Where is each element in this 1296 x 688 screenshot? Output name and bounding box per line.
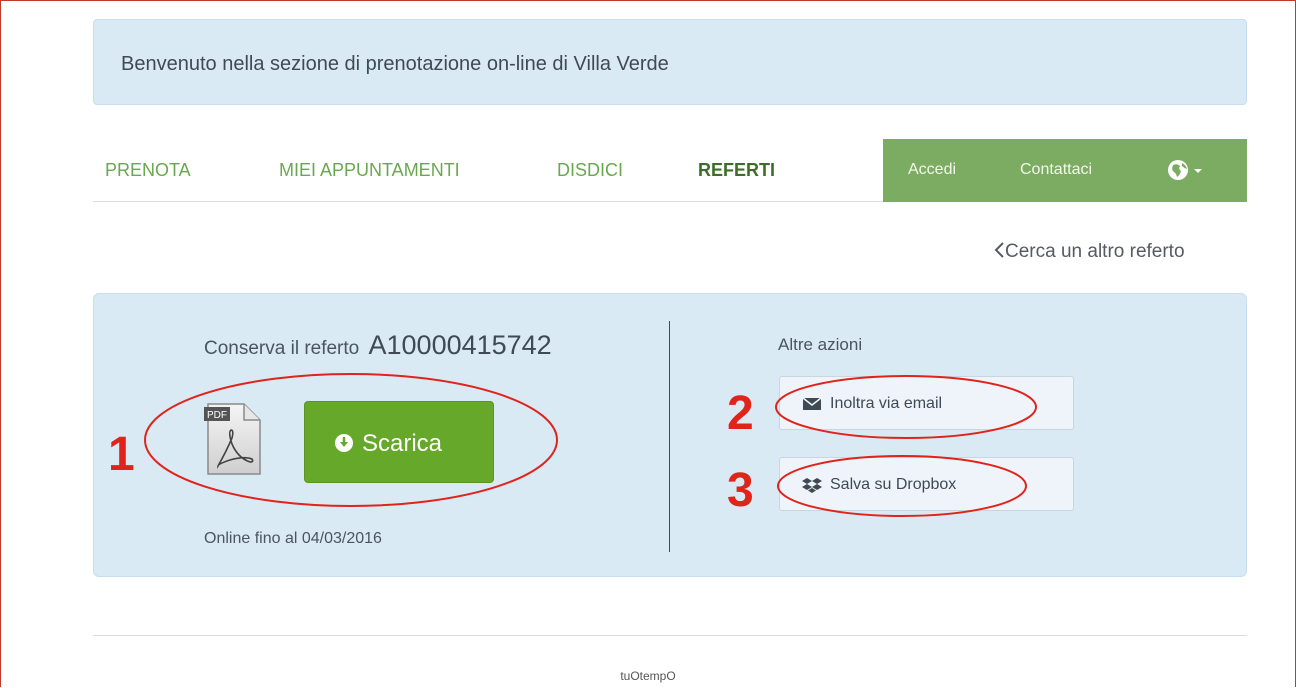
envelope-icon bbox=[802, 397, 822, 410]
nav-item-referti[interactable]: REFERTI bbox=[698, 160, 775, 181]
caret-down-icon bbox=[1194, 169, 1202, 173]
chevron-left-icon bbox=[994, 242, 1004, 258]
svg-text:PDF: PDF bbox=[207, 410, 227, 421]
download-button[interactable]: Scarica bbox=[304, 401, 494, 483]
pdf-file-icon: PDF bbox=[204, 402, 262, 476]
dropbox-save-button[interactable]: Salva su Dropbox bbox=[779, 457, 1074, 511]
annotation-number-1: 1 bbox=[108, 428, 135, 481]
dropbox-save-label: Salva su Dropbox bbox=[830, 476, 957, 493]
nav-item-disdici[interactable]: DISDICI bbox=[557, 160, 623, 181]
login-link[interactable]: Accedi bbox=[908, 161, 956, 179]
contact-link[interactable]: Contattaci bbox=[1020, 161, 1092, 179]
email-forward-label: Inoltra via email bbox=[830, 395, 943, 412]
report-title: Conserva il referto A10000415742 bbox=[204, 330, 552, 361]
report-panel: Conserva il referto A10000415742 PDF Sca… bbox=[93, 293, 1247, 577]
download-circle-icon bbox=[335, 434, 353, 452]
online-until-text: Online fino al 04/03/2016 bbox=[204, 530, 382, 547]
welcome-banner: Benvenuto nella sezione di prenotazione … bbox=[93, 19, 1247, 105]
email-forward-button[interactable]: Inoltra via email bbox=[779, 376, 1074, 430]
back-link[interactable]: Cerca un altro referto bbox=[993, 241, 1185, 263]
nav-item-prenota[interactable]: PRENOTA bbox=[105, 160, 191, 181]
report-code: A10000415742 bbox=[368, 330, 552, 360]
other-actions-title: Altre azioni bbox=[778, 335, 863, 354]
globe-icon bbox=[1168, 160, 1202, 180]
annotation-number-3: 3 bbox=[727, 464, 754, 517]
report-title-prefix: Conserva il referto bbox=[204, 338, 360, 359]
panel-divider bbox=[669, 321, 670, 552]
footer-divider bbox=[93, 635, 1247, 636]
navbar-right: Accedi Contattaci bbox=[883, 139, 1247, 202]
dropbox-icon bbox=[802, 478, 822, 493]
language-dropdown[interactable] bbox=[1168, 159, 1208, 183]
annotation-number-2: 2 bbox=[727, 387, 754, 440]
footer-brand: tuOtempO bbox=[620, 669, 676, 683]
welcome-text: Benvenuto nella sezione di prenotazione … bbox=[121, 53, 669, 75]
nav-item-miei-appuntamenti[interactable]: MIEI APPUNTAMENTI bbox=[279, 160, 460, 181]
back-link-label: Cerca un altro referto bbox=[1005, 241, 1185, 262]
download-button-label: Scarica bbox=[362, 430, 443, 457]
